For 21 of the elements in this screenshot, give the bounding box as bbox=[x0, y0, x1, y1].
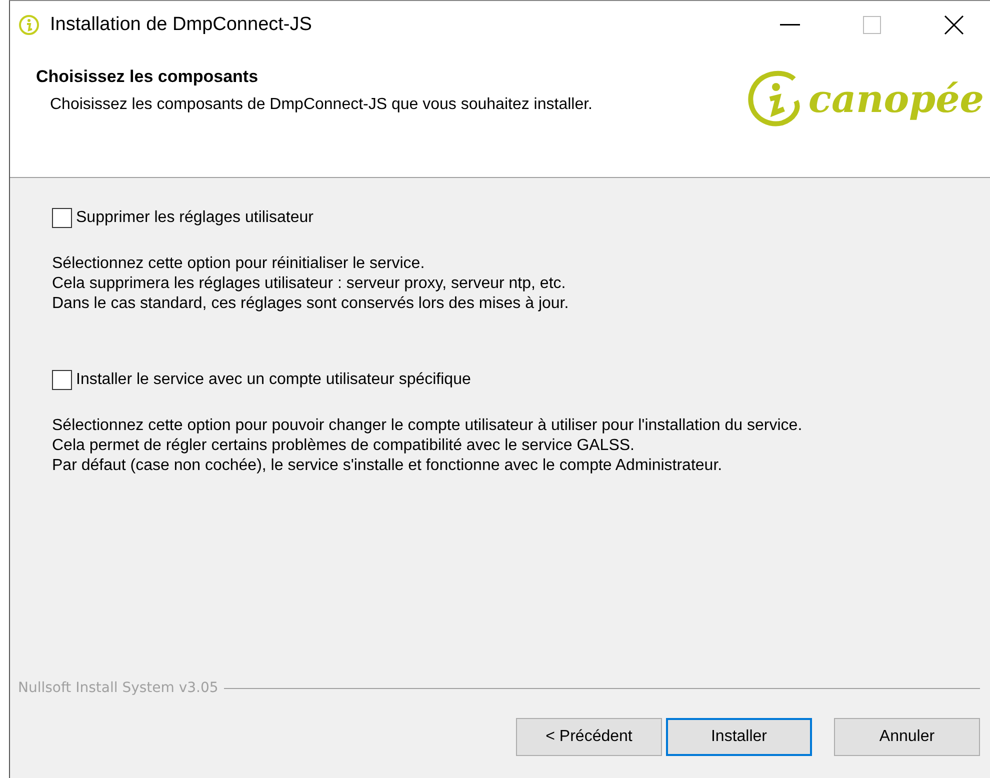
description-text: Sélectionnez cette option pour réinitialiser le service. bbox=[52, 254, 426, 274]
dialog-button[interactable]: < Précédent bbox=[516, 718, 662, 756]
checkbox-label[interactable]: Installer le service avec un compte utilisateur spécifique bbox=[76, 371, 471, 389]
description-text: Par défaut (case non cochée), le service s'installe et fonctionne avec le compte Administrateur. bbox=[52, 456, 724, 476]
checkbox-label[interactable]: Supprimer les réglages utilisateur bbox=[76, 209, 314, 227]
branding-text: Nullsoft Install System v3.05 bbox=[18, 680, 218, 696]
page-subtitle: Choisissez les composants de DmpConnect-JS que vous souhaitez installer. bbox=[50, 95, 594, 115]
minimize-icon[interactable] bbox=[780, 24, 800, 26]
dialog-button[interactable]: Annuler bbox=[834, 718, 980, 756]
description-text: Sélectionnez cette option pour pouvoir changer le compte utilisateur à utiliser pour l'installation du service. bbox=[52, 416, 804, 436]
window-title: Installation de DmpConnect-JS bbox=[50, 14, 313, 36]
app-icon bbox=[18, 14, 40, 36]
page-title: Choisissez les composants bbox=[36, 67, 260, 87]
dialog-button[interactable]: Installer bbox=[666, 718, 812, 756]
checkbox[interactable] bbox=[52, 208, 72, 228]
checkbox[interactable] bbox=[52, 370, 72, 390]
logo-text: canopée bbox=[808, 76, 984, 120]
description-text: Cela supprimera les réglages utilisateur : serveur proxy, serveur ntp, etc. bbox=[52, 274, 567, 294]
close-icon[interactable] bbox=[944, 15, 964, 35]
description-text: Dans le cas standard, ces réglages sont conservés lors des mises à jour. bbox=[52, 294, 570, 314]
description-text: Cela permet de régler certains problèmes de compatibilité avec le service GALSS. bbox=[52, 436, 636, 456]
